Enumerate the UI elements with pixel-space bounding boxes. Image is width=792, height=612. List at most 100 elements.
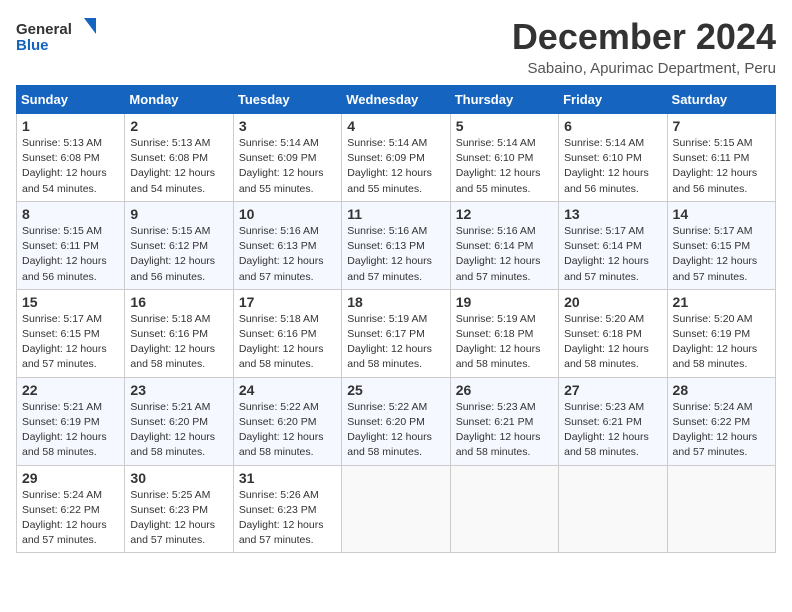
day-info: Sunrise: 5:15 AM Sunset: 6:11 PM Dayligh… [673,136,770,197]
calendar-cell: 16 Sunrise: 5:18 AM Sunset: 6:16 PM Dayl… [125,289,233,377]
day-info: Sunrise: 5:21 AM Sunset: 6:19 PM Dayligh… [22,400,119,461]
day-number: 17 [239,294,336,310]
calendar-cell: 21 Sunrise: 5:20 AM Sunset: 6:19 PM Dayl… [667,289,775,377]
day-number: 5 [456,118,553,134]
week-row-3: 15 Sunrise: 5:17 AM Sunset: 6:15 PM Dayl… [17,289,776,377]
day-info: Sunrise: 5:17 AM Sunset: 6:15 PM Dayligh… [673,224,770,285]
day-info: Sunrise: 5:24 AM Sunset: 6:22 PM Dayligh… [22,488,119,549]
day-info: Sunrise: 5:26 AM Sunset: 6:23 PM Dayligh… [239,488,336,549]
calendar-cell: 24 Sunrise: 5:22 AM Sunset: 6:20 PM Dayl… [233,377,341,465]
header-thursday: Thursday [450,86,558,114]
day-number: 1 [22,118,119,134]
day-info: Sunrise: 5:14 AM Sunset: 6:09 PM Dayligh… [347,136,444,197]
day-info: Sunrise: 5:15 AM Sunset: 6:12 PM Dayligh… [130,224,227,285]
day-info: Sunrise: 5:22 AM Sunset: 6:20 PM Dayligh… [347,400,444,461]
day-info: Sunrise: 5:14 AM Sunset: 6:09 PM Dayligh… [239,136,336,197]
day-info: Sunrise: 5:14 AM Sunset: 6:10 PM Dayligh… [564,136,661,197]
calendar-cell: 11 Sunrise: 5:16 AM Sunset: 6:13 PM Dayl… [342,201,450,289]
day-info: Sunrise: 5:17 AM Sunset: 6:15 PM Dayligh… [22,312,119,373]
calendar-cell: 18 Sunrise: 5:19 AM Sunset: 6:17 PM Dayl… [342,289,450,377]
day-number: 7 [673,118,770,134]
day-info: Sunrise: 5:17 AM Sunset: 6:14 PM Dayligh… [564,224,661,285]
calendar-cell [450,465,558,553]
day-info: Sunrise: 5:24 AM Sunset: 6:22 PM Dayligh… [673,400,770,461]
day-number: 25 [347,382,444,398]
header-saturday: Saturday [667,86,775,114]
calendar-cell [559,465,667,553]
day-number: 30 [130,470,227,486]
day-info: Sunrise: 5:18 AM Sunset: 6:16 PM Dayligh… [130,312,227,373]
logo-svg: General Blue [16,16,96,56]
day-number: 20 [564,294,661,310]
day-number: 11 [347,206,444,222]
calendar-cell: 10 Sunrise: 5:16 AM Sunset: 6:13 PM Dayl… [233,201,341,289]
calendar-cell: 20 Sunrise: 5:20 AM Sunset: 6:18 PM Dayl… [559,289,667,377]
calendar-cell: 4 Sunrise: 5:14 AM Sunset: 6:09 PM Dayli… [342,114,450,202]
day-number: 19 [456,294,553,310]
day-info: Sunrise: 5:22 AM Sunset: 6:20 PM Dayligh… [239,400,336,461]
week-row-4: 22 Sunrise: 5:21 AM Sunset: 6:19 PM Dayl… [17,377,776,465]
day-number: 12 [456,206,553,222]
calendar-cell: 13 Sunrise: 5:17 AM Sunset: 6:14 PM Dayl… [559,201,667,289]
header-friday: Friday [559,86,667,114]
calendar-cell: 7 Sunrise: 5:15 AM Sunset: 6:11 PM Dayli… [667,114,775,202]
calendar-table: Sunday Monday Tuesday Wednesday Thursday… [16,85,776,553]
day-info: Sunrise: 5:21 AM Sunset: 6:20 PM Dayligh… [130,400,227,461]
calendar-cell: 17 Sunrise: 5:18 AM Sunset: 6:16 PM Dayl… [233,289,341,377]
day-number: 26 [456,382,553,398]
day-info: Sunrise: 5:20 AM Sunset: 6:18 PM Dayligh… [564,312,661,373]
calendar-cell: 1 Sunrise: 5:13 AM Sunset: 6:08 PM Dayli… [17,114,125,202]
day-info: Sunrise: 5:16 AM Sunset: 6:13 PM Dayligh… [239,224,336,285]
week-row-5: 29 Sunrise: 5:24 AM Sunset: 6:22 PM Dayl… [17,465,776,553]
header-sunday: Sunday [17,86,125,114]
day-number: 4 [347,118,444,134]
calendar-cell [667,465,775,553]
calendar-cell: 25 Sunrise: 5:22 AM Sunset: 6:20 PM Dayl… [342,377,450,465]
day-number: 22 [22,382,119,398]
day-info: Sunrise: 5:14 AM Sunset: 6:10 PM Dayligh… [456,136,553,197]
day-info: Sunrise: 5:23 AM Sunset: 6:21 PM Dayligh… [456,400,553,461]
day-number: 21 [673,294,770,310]
calendar-cell: 31 Sunrise: 5:26 AM Sunset: 6:23 PM Dayl… [233,465,341,553]
calendar-cell: 23 Sunrise: 5:21 AM Sunset: 6:20 PM Dayl… [125,377,233,465]
day-info: Sunrise: 5:13 AM Sunset: 6:08 PM Dayligh… [22,136,119,197]
day-number: 6 [564,118,661,134]
day-info: Sunrise: 5:15 AM Sunset: 6:11 PM Dayligh… [22,224,119,285]
calendar-cell: 6 Sunrise: 5:14 AM Sunset: 6:10 PM Dayli… [559,114,667,202]
calendar-cell: 5 Sunrise: 5:14 AM Sunset: 6:10 PM Dayli… [450,114,558,202]
day-info: Sunrise: 5:16 AM Sunset: 6:13 PM Dayligh… [347,224,444,285]
day-info: Sunrise: 5:20 AM Sunset: 6:19 PM Dayligh… [673,312,770,373]
day-info: Sunrise: 5:23 AM Sunset: 6:21 PM Dayligh… [564,400,661,461]
day-number: 10 [239,206,336,222]
day-number: 3 [239,118,336,134]
calendar-cell: 30 Sunrise: 5:25 AM Sunset: 6:23 PM Dayl… [125,465,233,553]
month-title: December 2024 [512,16,776,58]
calendar-cell: 15 Sunrise: 5:17 AM Sunset: 6:15 PM Dayl… [17,289,125,377]
day-number: 28 [673,382,770,398]
calendar-cell: 2 Sunrise: 5:13 AM Sunset: 6:08 PM Dayli… [125,114,233,202]
day-info: Sunrise: 5:19 AM Sunset: 6:18 PM Dayligh… [456,312,553,373]
calendar-cell: 12 Sunrise: 5:16 AM Sunset: 6:14 PM Dayl… [450,201,558,289]
weekday-header-row: Sunday Monday Tuesday Wednesday Thursday… [17,86,776,114]
week-row-1: 1 Sunrise: 5:13 AM Sunset: 6:08 PM Dayli… [17,114,776,202]
day-number: 29 [22,470,119,486]
day-number: 14 [673,206,770,222]
header: General Blue December 2024 Sabaino, Apur… [16,16,776,77]
day-info: Sunrise: 5:18 AM Sunset: 6:16 PM Dayligh… [239,312,336,373]
day-number: 27 [564,382,661,398]
calendar-cell: 14 Sunrise: 5:17 AM Sunset: 6:15 PM Dayl… [667,201,775,289]
day-number: 13 [564,206,661,222]
day-info: Sunrise: 5:25 AM Sunset: 6:23 PM Dayligh… [130,488,227,549]
calendar-cell: 19 Sunrise: 5:19 AM Sunset: 6:18 PM Dayl… [450,289,558,377]
day-number: 23 [130,382,227,398]
calendar-cell: 3 Sunrise: 5:14 AM Sunset: 6:09 PM Dayli… [233,114,341,202]
day-info: Sunrise: 5:19 AM Sunset: 6:17 PM Dayligh… [347,312,444,373]
calendar-cell: 29 Sunrise: 5:24 AM Sunset: 6:22 PM Dayl… [17,465,125,553]
calendar-cell: 9 Sunrise: 5:15 AM Sunset: 6:12 PM Dayli… [125,201,233,289]
day-number: 31 [239,470,336,486]
day-number: 8 [22,206,119,222]
title-area: December 2024 Sabaino, Apurimac Departme… [512,16,776,77]
svg-text:Blue: Blue [16,37,49,54]
day-number: 18 [347,294,444,310]
day-number: 15 [22,294,119,310]
